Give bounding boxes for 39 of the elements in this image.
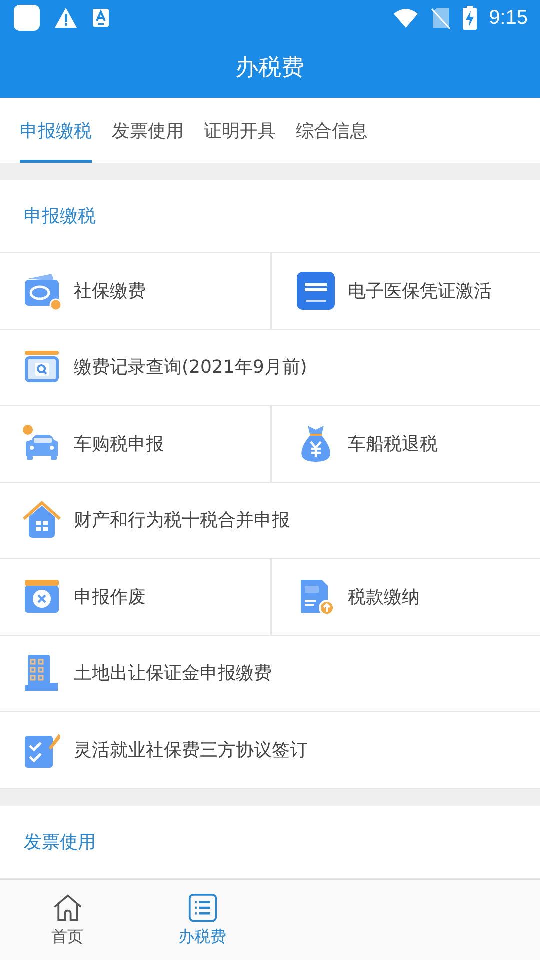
section-title: 发票使用 bbox=[24, 830, 96, 854]
service-label: 申报作废 bbox=[74, 586, 146, 609]
category-tab[interactable]: 综合信息 bbox=[296, 98, 368, 163]
service-item[interactable]: 车购税申报 bbox=[0, 406, 270, 482]
house-icon bbox=[22, 500, 62, 540]
service-item[interactable]: 税款缴纳 bbox=[270, 559, 540, 634]
service-item[interactable]: 灵活就业社保费三方协议签订 bbox=[0, 712, 540, 788]
clock-time: 9:15 bbox=[489, 6, 528, 30]
home-icon bbox=[52, 892, 82, 922]
service-label: 土地出让保证金申报缴费 bbox=[74, 662, 272, 686]
service-item[interactable]: 电子医保凭证激活 bbox=[270, 253, 540, 328]
service-label: 缴费记录查询(2021年9月前) bbox=[74, 356, 308, 380]
insurance-app-icon bbox=[296, 270, 336, 311]
service-item[interactable]: 申报作废 bbox=[0, 559, 270, 634]
service-item[interactable]: 财产和行为税十税合并申报 bbox=[0, 482, 540, 558]
category-tab[interactable]: 证明开具 bbox=[204, 98, 276, 163]
service-label: 车船税退税 bbox=[348, 432, 438, 456]
wifi-icon bbox=[393, 7, 420, 29]
service-label: 社保缴费 bbox=[74, 280, 146, 303]
service-item[interactable]: 土地出让保证金申报缴费 bbox=[0, 636, 540, 711]
nav-tab[interactable]: 办税费 bbox=[135, 880, 270, 960]
app-icon bbox=[14, 5, 40, 31]
page-title: 办税费 bbox=[236, 54, 304, 82]
service-item[interactable]: 车船税退税 bbox=[270, 406, 540, 482]
category-tab[interactable]: 发票使用 bbox=[112, 98, 184, 163]
service-item[interactable]: 缴费记录查询(2021年9月前) bbox=[0, 330, 540, 405]
service-label: 电子医保凭证激活 bbox=[348, 280, 492, 303]
section-title: 申报缴税 bbox=[24, 205, 96, 228]
no-sim-icon bbox=[431, 6, 452, 30]
warning-icon bbox=[54, 7, 78, 29]
nav-tab[interactable]: 首页 bbox=[0, 880, 135, 960]
service-label: 灵活就业社保费三方协议签订 bbox=[74, 738, 308, 762]
service-label: 车购税申报 bbox=[74, 432, 164, 456]
service-label: 税款缴纳 bbox=[348, 586, 420, 609]
service-label: 财产和行为税十税合并申报 bbox=[74, 509, 290, 532]
battery-charging-icon bbox=[463, 6, 478, 30]
keyboard-icon bbox=[92, 8, 110, 28]
service-item[interactable]: 社保缴费 bbox=[0, 253, 270, 328]
list-icon bbox=[188, 892, 218, 922]
